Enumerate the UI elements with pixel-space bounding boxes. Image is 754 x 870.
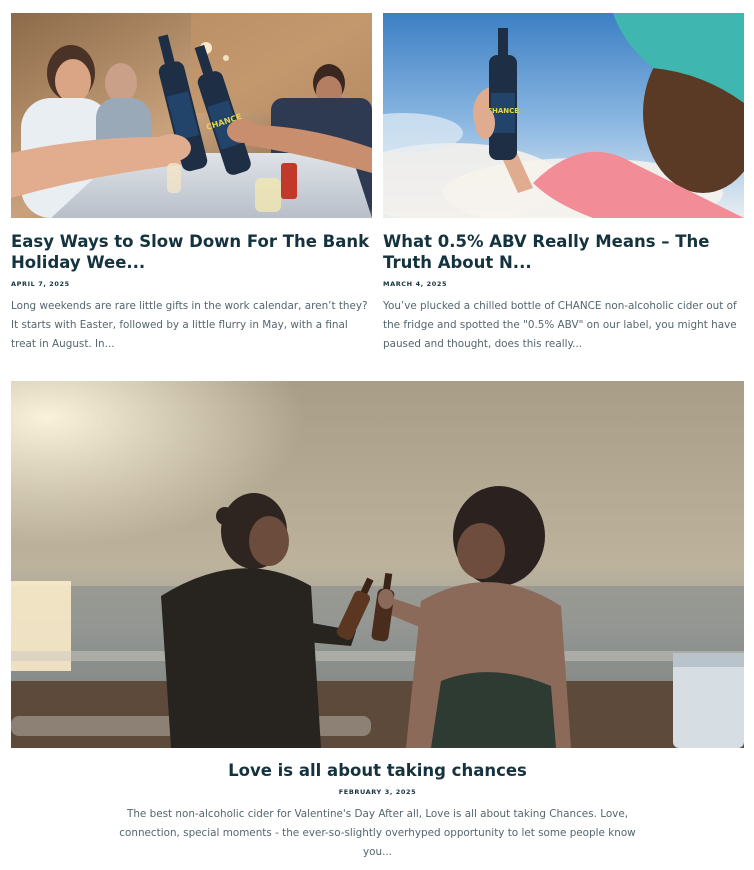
dinner-party-photo: CHANCE <box>11 13 372 218</box>
blog-card-2: CHANCE What 0.5% ABV Really Means – The … <box>383 13 744 354</box>
post-date: APRIL 7, 2025 <box>11 280 70 288</box>
post-date: FEBRUARY 3, 2025 <box>338 788 417 796</box>
post-excerpt: You’ve plucked a chilled bottle of CHANC… <box>383 300 737 350</box>
blog-card-3: Love is all about taking chances FEBRUAR… <box>11 381 744 862</box>
bottle-against-sky-photo: CHANCE <box>383 13 744 218</box>
post-title[interactable]: Easy Ways to Slow Down For The Bank Holi… <box>11 231 372 273</box>
post-excerpt: The best non-alcoholic cider for Valenti… <box>119 808 636 858</box>
post-date: MARCH 4, 2025 <box>383 280 448 288</box>
blog-card-1: CHANCE Easy Ways to Slow Down For The Ba… <box>11 13 372 354</box>
post-excerpt: Long weekends are rare little gifts in t… <box>11 300 368 350</box>
post-title[interactable]: What 0.5% ABV Really Means – The Truth A… <box>383 231 744 273</box>
post-image-beach-couple[interactable] <box>11 381 744 748</box>
post-title[interactable]: Love is all about taking chances <box>11 760 744 781</box>
post-image-bottle-sky[interactable]: CHANCE <box>383 13 744 218</box>
post-image-friends-toasting[interactable]: CHANCE <box>11 13 372 218</box>
beach-sunset-couple-photo <box>11 381 744 748</box>
